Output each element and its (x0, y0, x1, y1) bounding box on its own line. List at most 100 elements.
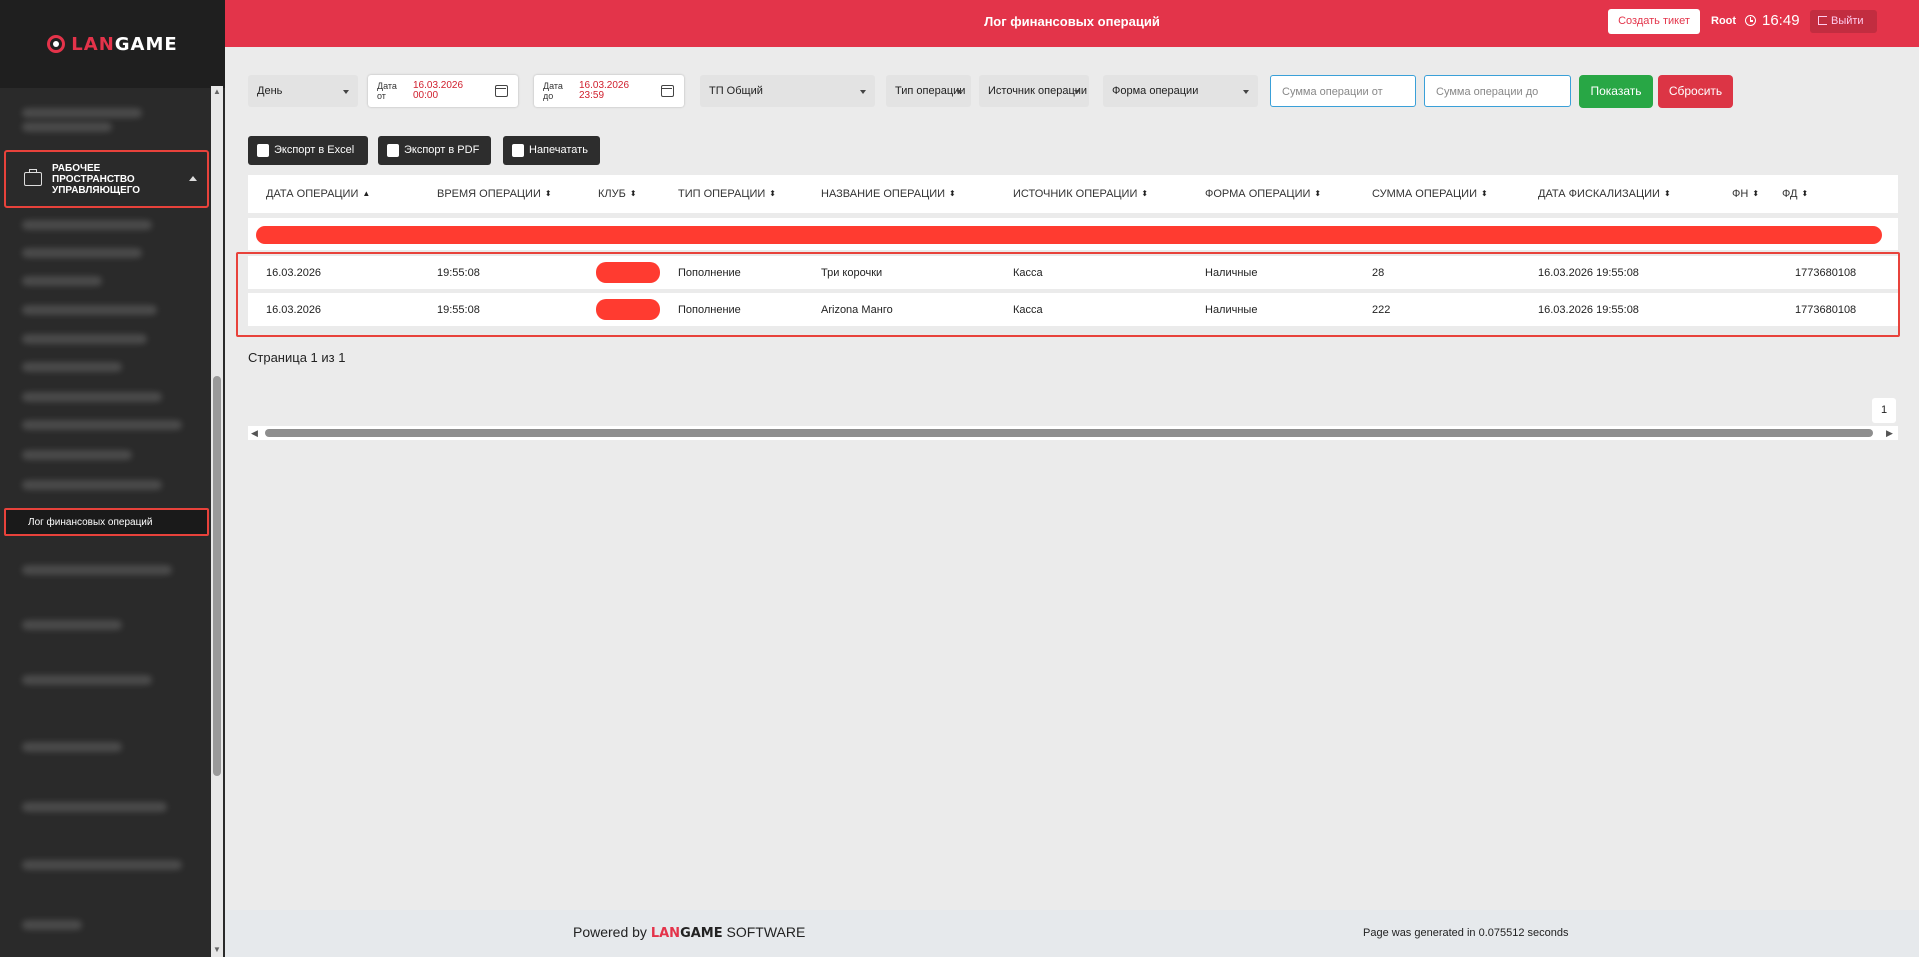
calendar-icon[interactable] (661, 85, 674, 97)
col-header-club[interactable]: Клуб ⬍ (598, 188, 637, 200)
highlight-box (236, 252, 1900, 337)
col-header-label: Дата операции (266, 188, 359, 200)
show-button[interactable]: Показать (1579, 75, 1653, 108)
briefcase-icon (24, 169, 42, 186)
sort-icon: ⬍ (1480, 189, 1488, 198)
blurred-menu-item (22, 420, 182, 430)
blurred-menu-item (22, 248, 142, 258)
operation-form-select[interactable]: Форма операции (1103, 75, 1258, 107)
printer-icon (512, 144, 524, 157)
operation-form-value: Форма операции (1112, 85, 1199, 97)
export-pdf-label: Экспорт в PDF (404, 144, 480, 156)
blurred-menu-item (22, 920, 82, 930)
sort-icon: ⬍ (1801, 189, 1809, 198)
col-header-type[interactable]: Тип операции ⬍ (678, 188, 776, 200)
chevron-down-icon (343, 90, 349, 94)
tp-select[interactable]: ТП Общий (700, 75, 875, 107)
col-header-label: Клуб (598, 188, 626, 200)
reset-button[interactable]: Сбросить (1658, 75, 1733, 108)
operation-type-value: Тип операции (895, 85, 966, 97)
blurred-menu-item (22, 620, 122, 630)
logout-label: Выйти (1831, 15, 1864, 27)
date-to-label: Дата до (543, 81, 563, 101)
create-ticket-button[interactable]: Создать тикет (1608, 9, 1700, 34)
print-button[interactable]: Напечатать (503, 136, 600, 165)
chevron-down-icon (956, 90, 962, 94)
blurred-menu-item (22, 334, 147, 344)
blurred-menu-item (22, 742, 122, 752)
col-header-time[interactable]: Время операции ⬍ (437, 188, 552, 200)
pagination-text: Страница 1 из 1 (248, 350, 346, 365)
col-header-sum[interactable]: Сумма операции ⬍ (1372, 188, 1488, 200)
scroll-right-icon[interactable]: ▶ (1886, 428, 1893, 439)
blurred-menu-item (22, 450, 132, 460)
sort-icon: ⬍ (544, 189, 552, 198)
period-select[interactable]: День (248, 75, 358, 107)
operation-type-select[interactable]: Тип операции (886, 75, 971, 107)
col-header-name[interactable]: Название операции ⬍ (821, 188, 956, 200)
date-from-value: 16.03.2026 00:00 (413, 80, 464, 101)
excel-icon (257, 144, 269, 157)
sidebar-item-financial-log[interactable]: Лог финансовых операций (4, 508, 209, 536)
logo[interactable]: LANGAME (0, 0, 225, 88)
export-excel-button[interactable]: Экспорт в Excel (248, 136, 368, 165)
sum-from-input[interactable]: Сумма операции от (1270, 75, 1416, 107)
scrollbar-thumb[interactable] (265, 429, 1873, 437)
col-header-label: Дата фискализации (1538, 188, 1660, 200)
sort-icon: ⬍ (769, 189, 776, 198)
export-pdf-button[interactable]: Экспорт в PDF (378, 136, 491, 165)
col-header-fd[interactable]: ФД ⬍ (1782, 188, 1808, 200)
user-name[interactable]: Root (1711, 15, 1736, 27)
col-header-fiscal-date[interactable]: Дата фискализации ⬍ (1538, 188, 1671, 200)
blurred-menu-item (22, 276, 102, 286)
clock-time: 16:49 (1762, 12, 1800, 29)
blurred-menu-item (22, 392, 162, 402)
col-header-date[interactable]: Дата операции ▲ (266, 188, 370, 200)
chevron-down-icon (1074, 90, 1080, 94)
blurred-menu-item (22, 860, 182, 870)
sort-icon: ⬍ (1314, 189, 1322, 198)
logout-icon (1818, 16, 1827, 25)
col-header-form[interactable]: Форма операции ⬍ (1205, 188, 1321, 200)
pdf-icon (387, 144, 399, 157)
col-header-label: Время операции (437, 188, 541, 200)
blurred-menu-item (22, 220, 152, 230)
powered-by-label: Powered by (573, 924, 647, 940)
powered-by: Powered by LANGAME SOFTWARE (573, 924, 805, 941)
date-from-picker[interactable]: Дата от 16.03.2026 00:00 (368, 75, 518, 107)
period-value: День (257, 85, 283, 97)
sidebar-scrollbar[interactable]: ▲ ▼ (211, 86, 223, 957)
logo-text: LANGAME (71, 33, 178, 55)
footer-software: SOFTWARE (726, 924, 806, 940)
operation-source-value: Источник операции (988, 85, 1088, 97)
sum-to-input[interactable]: Сумма операции до (1424, 75, 1571, 107)
sidebar-item-workspace[interactable]: Рабочее пространство управляющего (4, 150, 209, 208)
scrollbar-thumb[interactable] (213, 376, 221, 776)
operation-source-select[interactable]: Источник операции (979, 75, 1089, 107)
sidebar: LANGAME Рабочее пространство управляющег… (0, 0, 225, 957)
scroll-left-icon[interactable]: ◀ (251, 428, 258, 439)
col-header-label: ФН (1732, 188, 1749, 200)
table-horizontal-scrollbar[interactable]: ◀ ▶ (248, 426, 1898, 440)
col-header-label: ФД (1782, 188, 1798, 200)
top-header: Лог финансовых операций Создать тикет Ro… (225, 0, 1919, 47)
blurred-menu-item (22, 362, 122, 372)
page-button[interactable]: 1 (1872, 398, 1896, 423)
col-header-source[interactable]: Источник операции ⬍ (1013, 188, 1148, 200)
col-header-label: Название операции (821, 188, 946, 200)
col-header-label: Форма операции (1205, 188, 1311, 200)
sort-icon: ⬍ (1752, 189, 1760, 198)
blurred-menu-item (22, 108, 142, 118)
sort-icon: ⬍ (949, 189, 956, 198)
col-header-fn[interactable]: ФН ⬍ (1732, 188, 1759, 200)
logo-icon (47, 35, 66, 53)
logout-button[interactable]: Выйти (1810, 10, 1877, 33)
blurred-menu-item (22, 675, 152, 685)
date-to-picker[interactable]: Дата до 16.03.2026 23:59 (534, 75, 684, 107)
scroll-down-icon[interactable]: ▼ (213, 946, 221, 954)
calendar-icon[interactable] (495, 85, 508, 97)
tp-value: ТП Общий (709, 85, 763, 97)
scroll-up-icon[interactable]: ▲ (213, 88, 221, 96)
table-header: Дата операции ▲ Время операции ⬍ Клуб ⬍ Тип… (248, 175, 1898, 213)
chevron-down-icon (860, 90, 866, 94)
